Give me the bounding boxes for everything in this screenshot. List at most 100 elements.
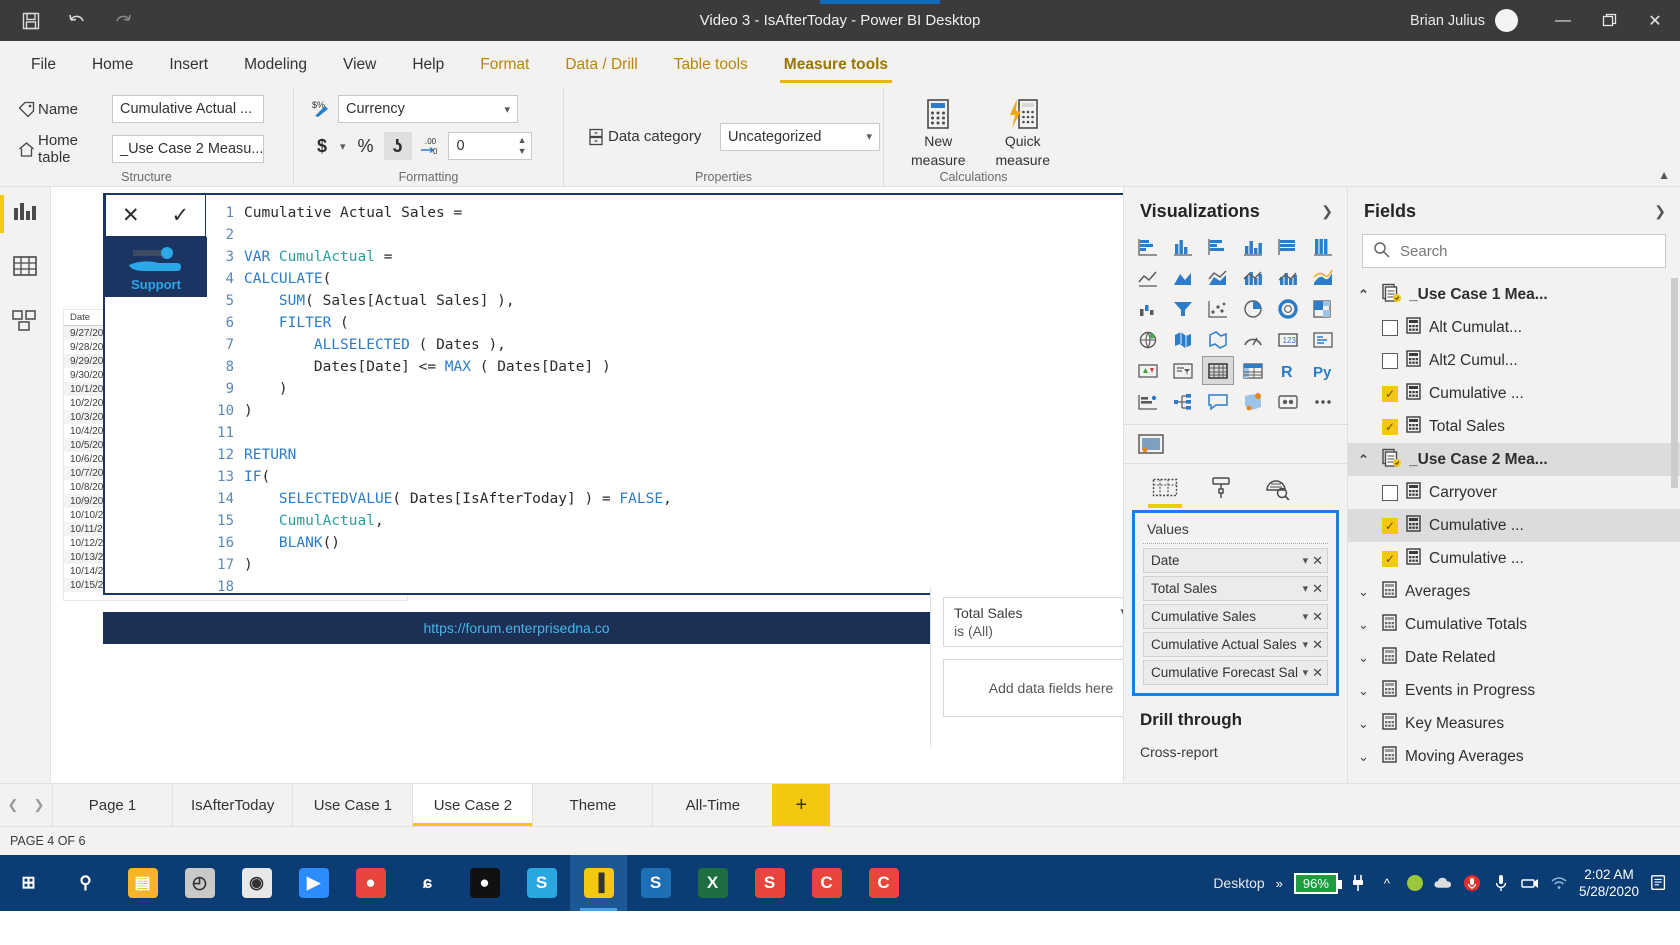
remove-field-icon[interactable]: ✕ bbox=[1312, 581, 1323, 597]
gauge-icon[interactable] bbox=[1236, 325, 1269, 354]
fields-measure-row[interactable]: Carryover bbox=[1348, 476, 1680, 509]
card-icon[interactable]: 123 bbox=[1271, 325, 1304, 354]
field-checkbox[interactable] bbox=[1382, 319, 1398, 336]
fields-measure-row[interactable]: ✓ Cumulative ... bbox=[1348, 542, 1680, 575]
report-view-icon[interactable] bbox=[8, 195, 42, 229]
line-stacked-column-chart-icon[interactable] bbox=[1236, 263, 1269, 292]
visualization-type-grid[interactable]: 123 R Py bbox=[1124, 232, 1347, 416]
ribbon-tab-data-drill[interactable]: Data / Drill bbox=[548, 43, 654, 87]
skype-icon[interactable]: S bbox=[513, 855, 570, 911]
100-stacked-bar-chart-icon[interactable] bbox=[1271, 232, 1304, 261]
ribbon-tab-file[interactable]: File bbox=[14, 43, 73, 87]
table-icon[interactable] bbox=[1201, 356, 1235, 385]
decomposition-tree-icon[interactable] bbox=[1167, 387, 1200, 416]
chevron-down-icon[interactable]: ⌄ bbox=[1358, 650, 1374, 666]
chevron-up-icon[interactable]: ⌃ bbox=[1358, 452, 1374, 468]
chevron-right-icon[interactable]: ❯ bbox=[26, 784, 52, 826]
code-line[interactable]: 8 Dates[Date] <= MAX ( Dates[Date] ) bbox=[206, 356, 1123, 378]
clock[interactable]: 2:02 AM 5/28/2020 bbox=[1579, 866, 1639, 900]
100-stacked-column-chart-icon[interactable] bbox=[1306, 232, 1339, 261]
fields-folder-row[interactable]: ⌄ Moving Averages bbox=[1348, 740, 1680, 773]
code-line[interactable]: 5 SUM( Sales[Actual Sales] ), bbox=[206, 290, 1123, 312]
fields-table-row[interactable]: ⌃ _Use Case 2 Mea... bbox=[1348, 443, 1680, 476]
excel-icon[interactable]: X bbox=[684, 855, 741, 911]
currency-dropdown-chevron-icon[interactable]: ▾ bbox=[340, 140, 346, 153]
clustered-bar-chart-icon[interactable] bbox=[1202, 232, 1235, 261]
plug-icon[interactable] bbox=[1349, 874, 1367, 892]
code-line[interactable]: 13 IF( bbox=[206, 466, 1123, 488]
values-well-item[interactable]: Cumulative Forecast Sal ▾ ✕ bbox=[1143, 660, 1328, 685]
cancel-formula-button[interactable]: ✕ bbox=[122, 203, 140, 228]
action-center-icon[interactable] bbox=[1650, 874, 1668, 892]
minimize-button[interactable]: — bbox=[1540, 0, 1586, 41]
fields-folder-row[interactable]: ⌄ Events in Progress bbox=[1348, 674, 1680, 707]
field-checkbox[interactable] bbox=[1382, 352, 1398, 369]
data-view-icon[interactable] bbox=[8, 249, 42, 283]
map-icon[interactable] bbox=[1132, 325, 1165, 354]
dax-formula-editor[interactable]: ✕ ✓ Support 1 Cumulative Actual Sales = 2 3… bbox=[103, 193, 1123, 595]
chevron-left-icon[interactable]: ❮ bbox=[0, 784, 26, 826]
field-checkbox[interactable]: ✓ bbox=[1382, 517, 1398, 534]
line-chart-icon[interactable] bbox=[1132, 263, 1165, 292]
area-chart-icon[interactable] bbox=[1167, 263, 1200, 292]
page-tab-theme[interactable]: Theme bbox=[532, 784, 653, 826]
ribbon-tab-measure-tools[interactable]: Measure tools bbox=[767, 43, 905, 87]
data-category-select[interactable]: Uncategorized ▾ bbox=[720, 122, 880, 151]
filter-card-total-sales[interactable]: Total Sales is (All) ▾ bbox=[943, 597, 1123, 647]
field-checkbox[interactable]: ✓ bbox=[1382, 550, 1398, 567]
new-measure-button[interactable]: New measure bbox=[898, 97, 979, 169]
camtasia-recorder-icon[interactable]: C bbox=[798, 855, 855, 911]
stacked-area-chart-icon[interactable] bbox=[1202, 263, 1235, 292]
stacked-column-chart-icon[interactable] bbox=[1167, 232, 1200, 261]
page-tab-isaftertoday[interactable]: IsAfterToday bbox=[172, 784, 293, 826]
page-tab-use-case-2[interactable]: Use Case 2 bbox=[412, 784, 533, 826]
get-more-visuals-icon[interactable] bbox=[1138, 434, 1164, 459]
chevron-down-icon[interactable]: ▾ bbox=[1303, 638, 1309, 651]
treemap-icon[interactable] bbox=[1306, 294, 1339, 323]
code-line[interactable]: 17) bbox=[206, 554, 1123, 576]
ribbon-chart-icon[interactable] bbox=[1306, 263, 1339, 292]
ribbon-tab-format[interactable]: Format bbox=[463, 43, 546, 87]
values-well-item[interactable]: Total Sales ▾ ✕ bbox=[1143, 576, 1328, 601]
matrix-icon[interactable] bbox=[1236, 356, 1269, 385]
overflow-icon[interactable]: » bbox=[1276, 876, 1283, 891]
fields-measure-row[interactable]: Alt2 Cumul... bbox=[1348, 344, 1680, 377]
support-card-visual[interactable]: Support bbox=[105, 237, 207, 297]
camtasia-studio-icon[interactable]: S bbox=[741, 855, 798, 911]
kpi-icon[interactable] bbox=[1132, 356, 1165, 385]
filter-drop-zone[interactable]: Add data fields here bbox=[943, 659, 1123, 717]
fields-folder-row[interactable]: ⌄ Date Related bbox=[1348, 641, 1680, 674]
donut-chart-icon[interactable] bbox=[1271, 294, 1304, 323]
save-icon[interactable] bbox=[16, 8, 46, 34]
decimal-places-button[interactable]: .00 0 bbox=[416, 132, 444, 160]
values-well-item[interactable]: Cumulative Actual Sales ▾ ✕ bbox=[1143, 632, 1328, 657]
field-checkbox[interactable]: ✓ bbox=[1382, 385, 1398, 402]
app-green-icon[interactable] bbox=[1406, 875, 1423, 891]
battery-indicator[interactable]: 96% bbox=[1293, 872, 1342, 894]
fields-measure-row[interactable]: ✓ Total Sales bbox=[1348, 410, 1680, 443]
code-line[interactable]: 2 bbox=[206, 224, 1123, 246]
forum-link[interactable]: https://forum.enterprisedna.co bbox=[424, 620, 610, 636]
chevron-right-icon[interactable]: ❯ bbox=[1654, 203, 1666, 220]
home-table-select[interactable]: _Use Case 2 Measu... ▾ bbox=[112, 135, 264, 163]
chevron-down-icon[interactable]: ▾ bbox=[1303, 666, 1309, 679]
code-line[interactable]: 12 RETURN bbox=[206, 444, 1123, 466]
quick-measure-button[interactable]: Quick measure bbox=[983, 97, 1064, 169]
camtasia-icon[interactable]: ɕ bbox=[399, 855, 456, 911]
mic-icon[interactable] bbox=[1492, 874, 1510, 892]
r-script-visual-icon[interactable]: R bbox=[1271, 356, 1304, 385]
fields-tab-icon[interactable] bbox=[1148, 474, 1182, 508]
undo-icon[interactable] bbox=[62, 8, 92, 34]
qa-visual-icon[interactable] bbox=[1202, 387, 1235, 416]
fields-scrollbar[interactable] bbox=[1671, 278, 1678, 488]
shape-map-icon[interactable] bbox=[1202, 325, 1235, 354]
onedrive-icon[interactable] bbox=[1434, 874, 1452, 892]
waterfall-chart-icon[interactable] bbox=[1132, 294, 1165, 323]
chevron-down-icon[interactable]: ⌄ bbox=[1358, 584, 1374, 600]
format-tab-icon[interactable] bbox=[1206, 474, 1236, 502]
more-options-icon[interactable] bbox=[1306, 387, 1339, 416]
code-line[interactable]: 14 SELECTEDVALUE( Dates[IsAfterToday] ) … bbox=[206, 488, 1123, 510]
user-name[interactable]: Brian Julius bbox=[1410, 13, 1485, 29]
decimal-places-stepper[interactable]: 0 ▲ ▼ bbox=[447, 132, 532, 160]
page-tab-all-time[interactable]: All-Time bbox=[652, 784, 773, 826]
